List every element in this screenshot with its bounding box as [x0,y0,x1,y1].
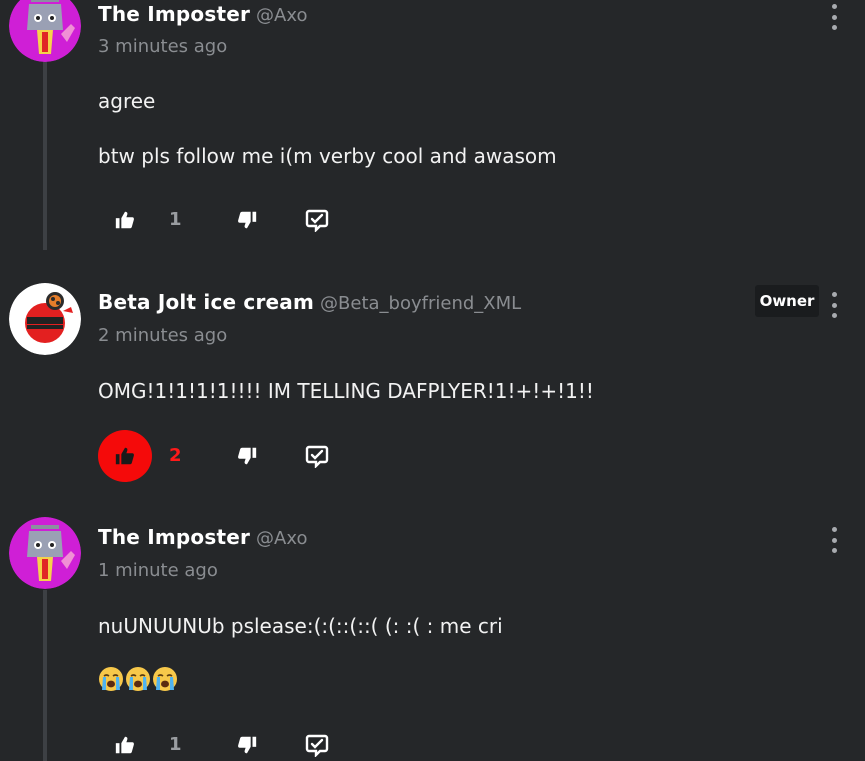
more-options-icon[interactable] [824,290,844,320]
thumbs-down-icon [238,736,257,754]
comment-actions: 2 [98,430,358,482]
comment-body-line: btw pls follow me i(m verby cool and awa… [98,144,557,168]
reply-button[interactable] [302,430,332,482]
author-handle[interactable]: @Axo [256,5,307,26]
like-count: 1 [169,209,182,230]
author-name[interactable]: Beta Jolt ice cream [98,290,314,314]
author-name[interactable]: The Imposter [98,2,250,26]
comment-header: Beta Jolt ice cream @Beta_boyfriend_XML [98,290,521,316]
thumbs-up-icon [115,447,134,465]
comment-timestamp: 2 minutes ago [98,325,228,346]
thread-line [43,590,47,761]
thread-line [43,58,47,250]
comment-header: The Imposter @Axo [98,2,307,28]
imposter-avatar [9,517,81,589]
author-name[interactable]: The Imposter [98,525,250,549]
reply-icon [305,734,329,757]
thumbs-down-icon [238,211,257,229]
dislike-button[interactable] [232,194,262,246]
dislike-button[interactable] [232,430,262,482]
thumbs-up-icon [115,211,134,229]
reply-icon [305,209,329,232]
more-options-icon[interactable] [824,2,844,32]
avatar[interactable] [9,517,81,589]
more-options-icon[interactable] [824,525,844,555]
thumbs-up-icon [115,736,134,754]
comment-actions: 1 [98,194,358,246]
beta-avatar [9,283,81,355]
reply-icon [305,445,329,468]
loudly-crying-face-emoji [99,667,123,691]
emoji-row [98,666,178,694]
loudly-crying-face-emoji [153,667,177,691]
owner-badge: Owner [755,285,819,317]
reply-button[interactable] [302,719,332,761]
thumbs-down-icon [238,447,257,465]
comment-header: The Imposter @Axo [98,525,307,551]
comment-2: Beta Jolt ice cream @Beta_boyfriend_XML 2… [0,250,865,500]
comment-body-line: OMG!1!1!1!1!!!! IM TELLING DAFPLYER!1!+!… [98,379,594,403]
comment-timestamp: 1 minute ago [98,560,218,581]
comment-feed: The Imposter @Axo 3 minutes ago agree btw… [0,0,865,761]
imposter-avatar [9,0,81,62]
like-count: 2 [169,445,182,466]
comment-body-line: nuUNUUNUb pslease:(:(::(::( (: :( : me c… [98,614,503,638]
comment-3: The Imposter @Axo 1 minute ago nuUNUUNUb … [0,500,865,761]
comment-body-line: agree [98,89,156,113]
loudly-crying-face-emoji [126,667,150,691]
like-count: 1 [169,734,182,755]
avatar[interactable] [9,283,81,355]
comment-timestamp: 3 minutes ago [98,36,228,57]
dislike-button[interactable] [232,719,262,761]
avatar[interactable] [9,0,81,62]
author-handle[interactable]: @Beta_boyfriend_XML [320,293,521,314]
like-button[interactable] [98,430,152,482]
author-handle[interactable]: @Axo [256,528,307,549]
like-button[interactable] [98,194,152,246]
comment-actions: 1 [98,719,358,761]
reply-button[interactable] [302,194,332,246]
comment-1: The Imposter @Axo 3 minutes ago agree btw… [0,0,865,250]
like-button[interactable] [98,719,152,761]
